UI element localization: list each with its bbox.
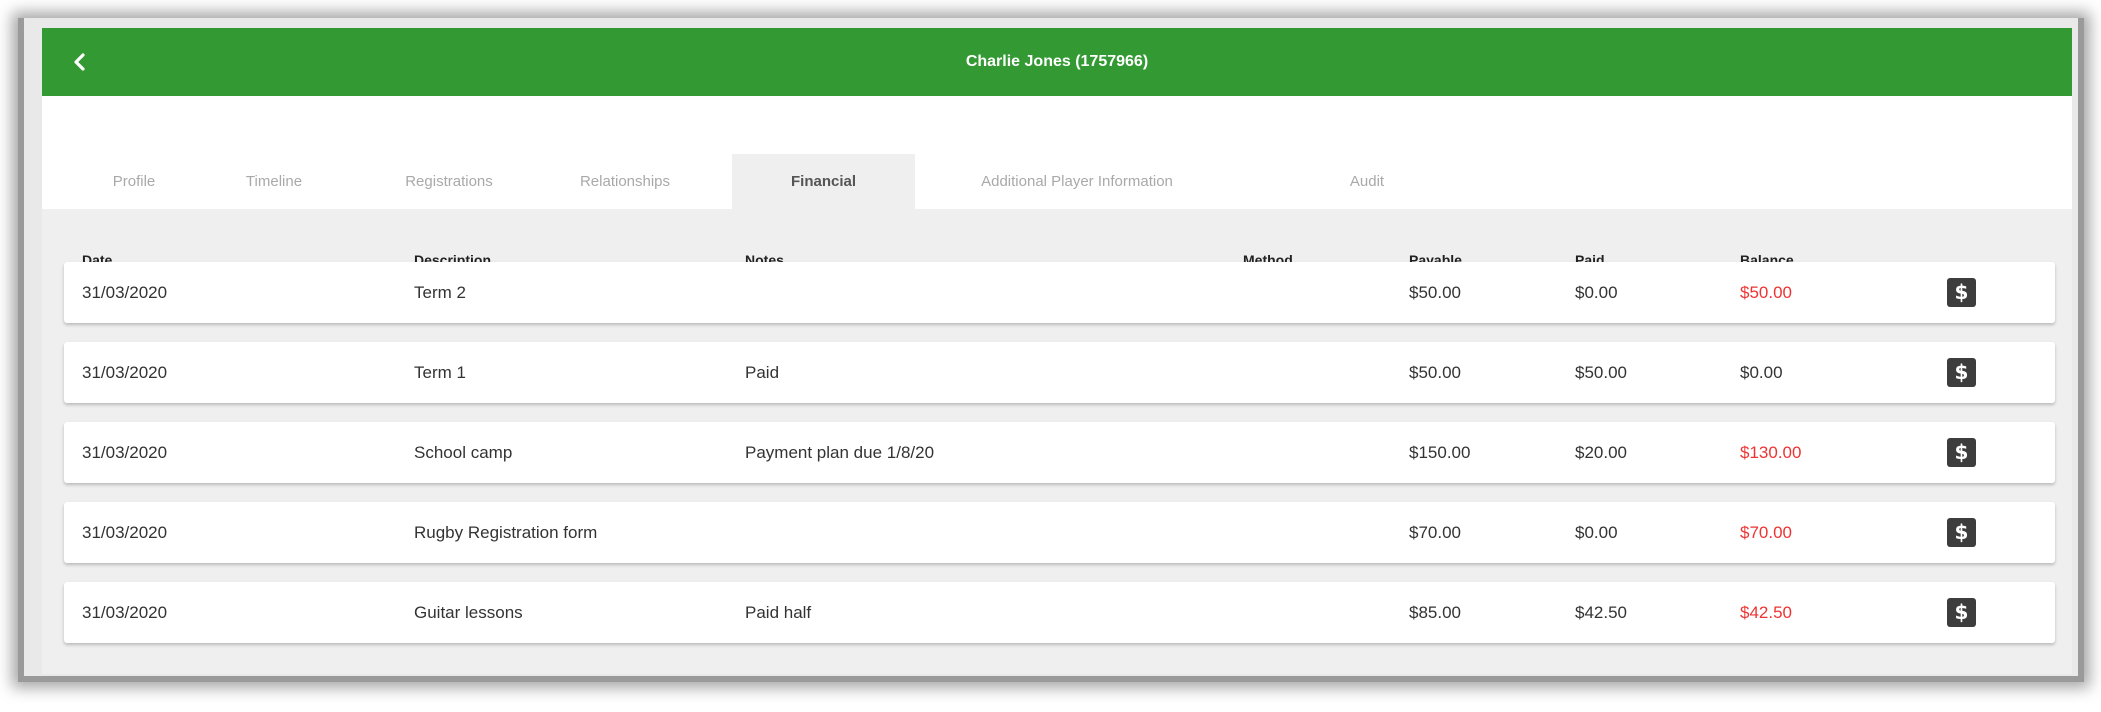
tab-financial[interactable]: Financial <box>732 154 915 209</box>
payment-button[interactable]: $ <box>1947 518 1976 547</box>
payment-button[interactable]: $ <box>1947 278 1976 307</box>
table-row[interactable]: 31/03/2020 Guitar lessons Paid half $85.… <box>64 582 2055 643</box>
cell-date: 31/03/2020 <box>82 523 168 542</box>
chevron-left-icon <box>74 53 85 71</box>
cell-date: 31/03/2020 <box>82 603 168 622</box>
cell-description: School camp <box>414 443 513 462</box>
tab-audit[interactable]: Audit <box>1312 154 1422 209</box>
table-row[interactable]: 31/03/2020 Rugby Registration form $70.0… <box>64 502 2055 563</box>
dollar-icon: $ <box>1954 440 1969 464</box>
cell-description: Term 1 <box>414 363 466 382</box>
dollar-icon: $ <box>1954 360 1969 384</box>
cell-date: 31/03/2020 <box>82 363 168 382</box>
cell-paid: $0.00 <box>1575 523 1618 542</box>
payment-button[interactable]: $ <box>1947 598 1976 627</box>
cell-paid: $0.00 <box>1575 283 1618 302</box>
cell-payable: $85.00 <box>1409 603 1461 622</box>
cell-balance: $0.00 <box>1740 363 1783 382</box>
cell-paid: $50.00 <box>1575 363 1627 382</box>
tab-registrations[interactable]: Registrations <box>364 154 534 209</box>
cell-balance: $50.00 <box>1740 283 1792 302</box>
table-row[interactable]: 31/03/2020 School camp Payment plan due … <box>64 422 2055 483</box>
cell-notes: Paid half <box>745 603 812 622</box>
cell-payable: $50.00 <box>1409 283 1461 302</box>
cell-date: 31/03/2020 <box>82 283 168 302</box>
tab-bar: Profile Timeline Registrations Relations… <box>42 96 2072 209</box>
cell-payable: $50.00 <box>1409 363 1461 382</box>
dollar-icon: $ <box>1954 520 1969 544</box>
page-title: Charlie Jones (1757966) <box>965 53 1149 70</box>
cell-notes: Payment plan due 1/8/20 <box>745 443 935 462</box>
payment-button[interactable]: $ <box>1947 438 1976 467</box>
payment-button[interactable]: $ <box>1947 358 1976 387</box>
tab-relationships[interactable]: Relationships <box>540 154 710 209</box>
cell-description: Rugby Registration form <box>414 523 598 542</box>
cell-paid: $42.50 <box>1575 603 1627 622</box>
cell-balance: $42.50 <box>1740 603 1792 622</box>
table-row[interactable]: 31/03/2020 Term 2 $50.00 $0.00 $50.00 $ <box>64 262 2055 323</box>
cell-balance: $130.00 <box>1740 443 1802 462</box>
cell-notes: Paid <box>745 363 780 382</box>
dollar-icon: $ <box>1954 280 1969 304</box>
tab-timeline[interactable]: Timeline <box>204 154 344 209</box>
tab-additional-player-information[interactable]: Additional Player Information <box>932 154 1222 209</box>
cell-payable: $150.00 <box>1409 443 1471 462</box>
page-header: Charlie Jones (1757966) <box>42 28 2072 96</box>
table-row[interactable]: 31/03/2020 Term 1 Paid $50.00 $50.00 $0.… <box>64 342 2055 403</box>
player-financial-page: Charlie Jones (1757966) Profile Timeline… <box>42 28 2072 674</box>
tab-profile[interactable]: Profile <box>64 154 204 209</box>
cell-description: Term 2 <box>414 283 466 302</box>
cell-payable: $70.00 <box>1409 523 1461 542</box>
cell-date: 31/03/2020 <box>82 443 168 462</box>
cell-paid: $20.00 <box>1575 443 1627 462</box>
dollar-icon: $ <box>1954 600 1969 624</box>
back-button[interactable] <box>64 46 96 78</box>
cell-description: Guitar lessons <box>414 603 523 622</box>
cell-balance: $70.00 <box>1740 523 1792 542</box>
